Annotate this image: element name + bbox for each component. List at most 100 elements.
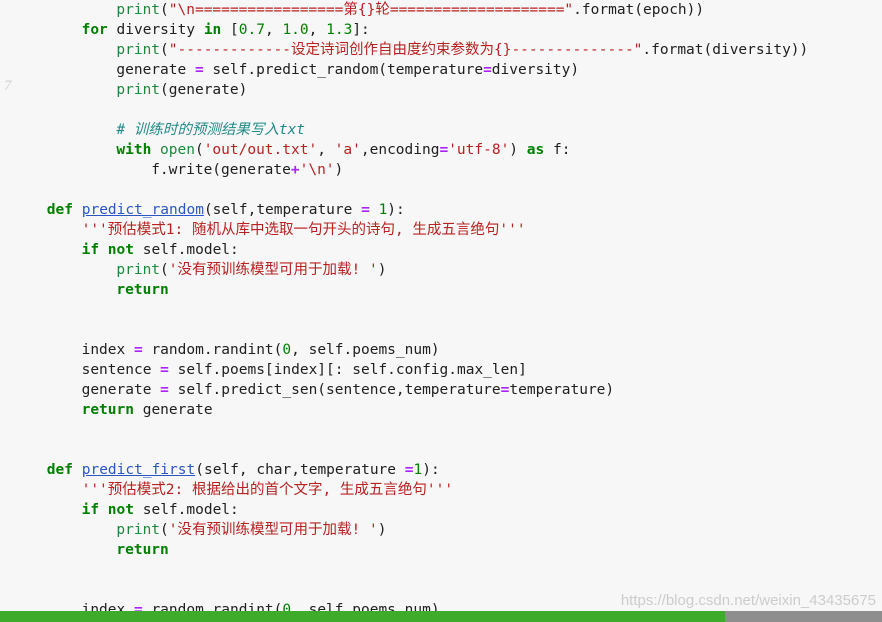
code-token-kw: for bbox=[81, 22, 108, 38]
code-line: print("\n=================第{}轮==========… bbox=[0, 0, 882, 20]
code-screenshot-viewport: 7 print("\n=================第{}轮========… bbox=[0, 0, 882, 622]
code-line: print("-------------设定诗词创作自由度约束参数为{}----… bbox=[0, 40, 882, 60]
code-token-kw: with bbox=[116, 142, 152, 158]
code-token-pl: , self.poems_num) bbox=[291, 342, 440, 358]
code-token-num: 1.3 bbox=[326, 22, 353, 38]
code-line: return bbox=[0, 280, 882, 300]
horizontal-scrollbar-thumb[interactable] bbox=[0, 611, 725, 622]
code-token-num: 1 bbox=[413, 462, 423, 478]
code-token-pl: f: bbox=[544, 142, 571, 158]
code-token-str: 'out/out.txt' bbox=[203, 142, 318, 158]
code-token-op: = bbox=[194, 62, 204, 78]
code-token-pl: , bbox=[308, 22, 327, 38]
code-token-str: "-------------设定诗词创作自由度约束参数为{}----------… bbox=[168, 42, 643, 58]
code-token-pl: .format(diversity)) bbox=[642, 42, 809, 58]
horizontal-scrollbar-track[interactable] bbox=[0, 611, 882, 622]
code-token-bi: open bbox=[160, 142, 195, 158]
code-line: print(generate) bbox=[0, 80, 882, 100]
code-token-kw: in bbox=[203, 22, 222, 38]
code-token-pl: (self,temperature bbox=[203, 202, 362, 218]
code-token-num: 0.7 bbox=[238, 22, 265, 38]
code-line: print('没有预训练模型可用于加载! ') bbox=[0, 520, 882, 540]
code-token-kw: as bbox=[526, 142, 545, 158]
code-line: def predict_random(self,temperature = 1)… bbox=[0, 200, 882, 220]
code-token-op: = bbox=[160, 382, 169, 398]
code-line: def predict_first(self, char,temperature… bbox=[0, 460, 882, 480]
code-token-kw: not bbox=[107, 242, 134, 258]
code-line: return bbox=[0, 540, 882, 560]
code-token-kw: return bbox=[116, 542, 169, 558]
code-token-pl: self.predict_sen(sentence,temperature bbox=[168, 382, 501, 398]
code-token-pl: , bbox=[264, 22, 283, 38]
code-line: index = random.randint(0, self.poems_num… bbox=[0, 340, 882, 360]
code-token-pl: ( bbox=[160, 2, 169, 18]
code-token-pl: .format(epoch)) bbox=[573, 2, 705, 18]
code-token-bi: print bbox=[116, 42, 161, 58]
code-token-pl: self.predict_random(temperature bbox=[203, 62, 484, 78]
code-token-pl: ): bbox=[422, 462, 440, 478]
code-token-kw: if bbox=[81, 502, 100, 518]
code-token-pl: generate bbox=[81, 382, 161, 398]
code-token-op: = bbox=[483, 62, 492, 78]
code-token-str: '没有预训练模型可用于加载! ' bbox=[168, 262, 378, 278]
code-token-str: "\n=================第{}轮================… bbox=[168, 2, 574, 18]
code-token-pl: ( bbox=[194, 142, 204, 158]
code-line: # 训练时的预测结果写入txt bbox=[0, 120, 882, 140]
code-token-pl: ( bbox=[160, 522, 169, 538]
code-token-bi: print bbox=[116, 2, 161, 18]
code-token-num: 0 bbox=[282, 342, 292, 358]
code-token-pl: ( bbox=[160, 42, 169, 58]
code-line: return generate bbox=[0, 400, 882, 420]
code-token-pl: generate bbox=[116, 62, 195, 78]
code-token-op: = bbox=[439, 142, 449, 158]
code-token-pl: sentence bbox=[81, 362, 161, 378]
code-token-pl: ) bbox=[334, 162, 344, 178]
code-token-num: 1 bbox=[378, 202, 388, 218]
code-token-op: = bbox=[160, 362, 169, 378]
blog-url-watermark: https://blog.csdn.net/weixin_43435675 bbox=[620, 592, 876, 609]
code-line: sentence = self.poems[index][: self.conf… bbox=[0, 360, 882, 380]
code-token-str: 'utf-8' bbox=[448, 142, 510, 158]
code-token-op: + bbox=[290, 162, 300, 178]
code-token-pl: ,encoding bbox=[360, 142, 440, 158]
code-token-doc: '''预估模式1: 随机从库中选取一句开头的诗句, 生成五言绝句''' bbox=[81, 222, 526, 238]
code-token-op: = bbox=[133, 342, 143, 358]
code-line: for diversity in [0.7, 1.0, 1.3]: bbox=[0, 20, 882, 40]
code-token-fn: predict_random bbox=[81, 202, 204, 218]
code-token-pl: ) bbox=[377, 522, 387, 538]
code-line: generate = self.predict_random(temperatu… bbox=[0, 60, 882, 80]
code-token-kw: def bbox=[46, 202, 73, 218]
code-token-pl: (generate) bbox=[160, 82, 248, 98]
code-line: print('没有预训练模型可用于加载! ') bbox=[0, 260, 882, 280]
code-token-pl: self.model: bbox=[134, 502, 239, 518]
code-token-bi: print bbox=[116, 522, 161, 538]
code-token-pl: ) bbox=[509, 142, 527, 158]
code-line: '''预估模式2: 根据给出的首个文字, 生成五言绝句''' bbox=[0, 480, 882, 500]
code-token-cm: # 训练时的预测结果写入txt bbox=[116, 122, 306, 138]
code-token-pl: diversity bbox=[107, 22, 204, 38]
code-token-pl: ( bbox=[160, 262, 169, 278]
code-line: with open('out/out.txt', 'a',encoding='u… bbox=[0, 140, 882, 160]
code-line: if not self.model: bbox=[0, 500, 882, 520]
code-token-fn: predict_first bbox=[81, 462, 196, 478]
code-token-pl: ]: bbox=[352, 22, 370, 38]
code-token-kw: not bbox=[107, 502, 134, 518]
code-token-pl: generate bbox=[133, 402, 213, 418]
code-block: print("\n=================第{}轮==========… bbox=[0, 0, 882, 622]
code-token-op: = bbox=[361, 202, 370, 218]
code-token-kw: return bbox=[81, 402, 134, 418]
code-token-num: 1.0 bbox=[282, 22, 309, 38]
code-token-bi: print bbox=[116, 82, 161, 98]
code-token-pl: self.poems[index][: self.config.max_len] bbox=[168, 362, 527, 378]
code-token-pl: diversity) bbox=[491, 62, 580, 78]
code-token-pl: , bbox=[317, 142, 335, 158]
code-token-pl: (self, char,temperature bbox=[195, 462, 405, 478]
